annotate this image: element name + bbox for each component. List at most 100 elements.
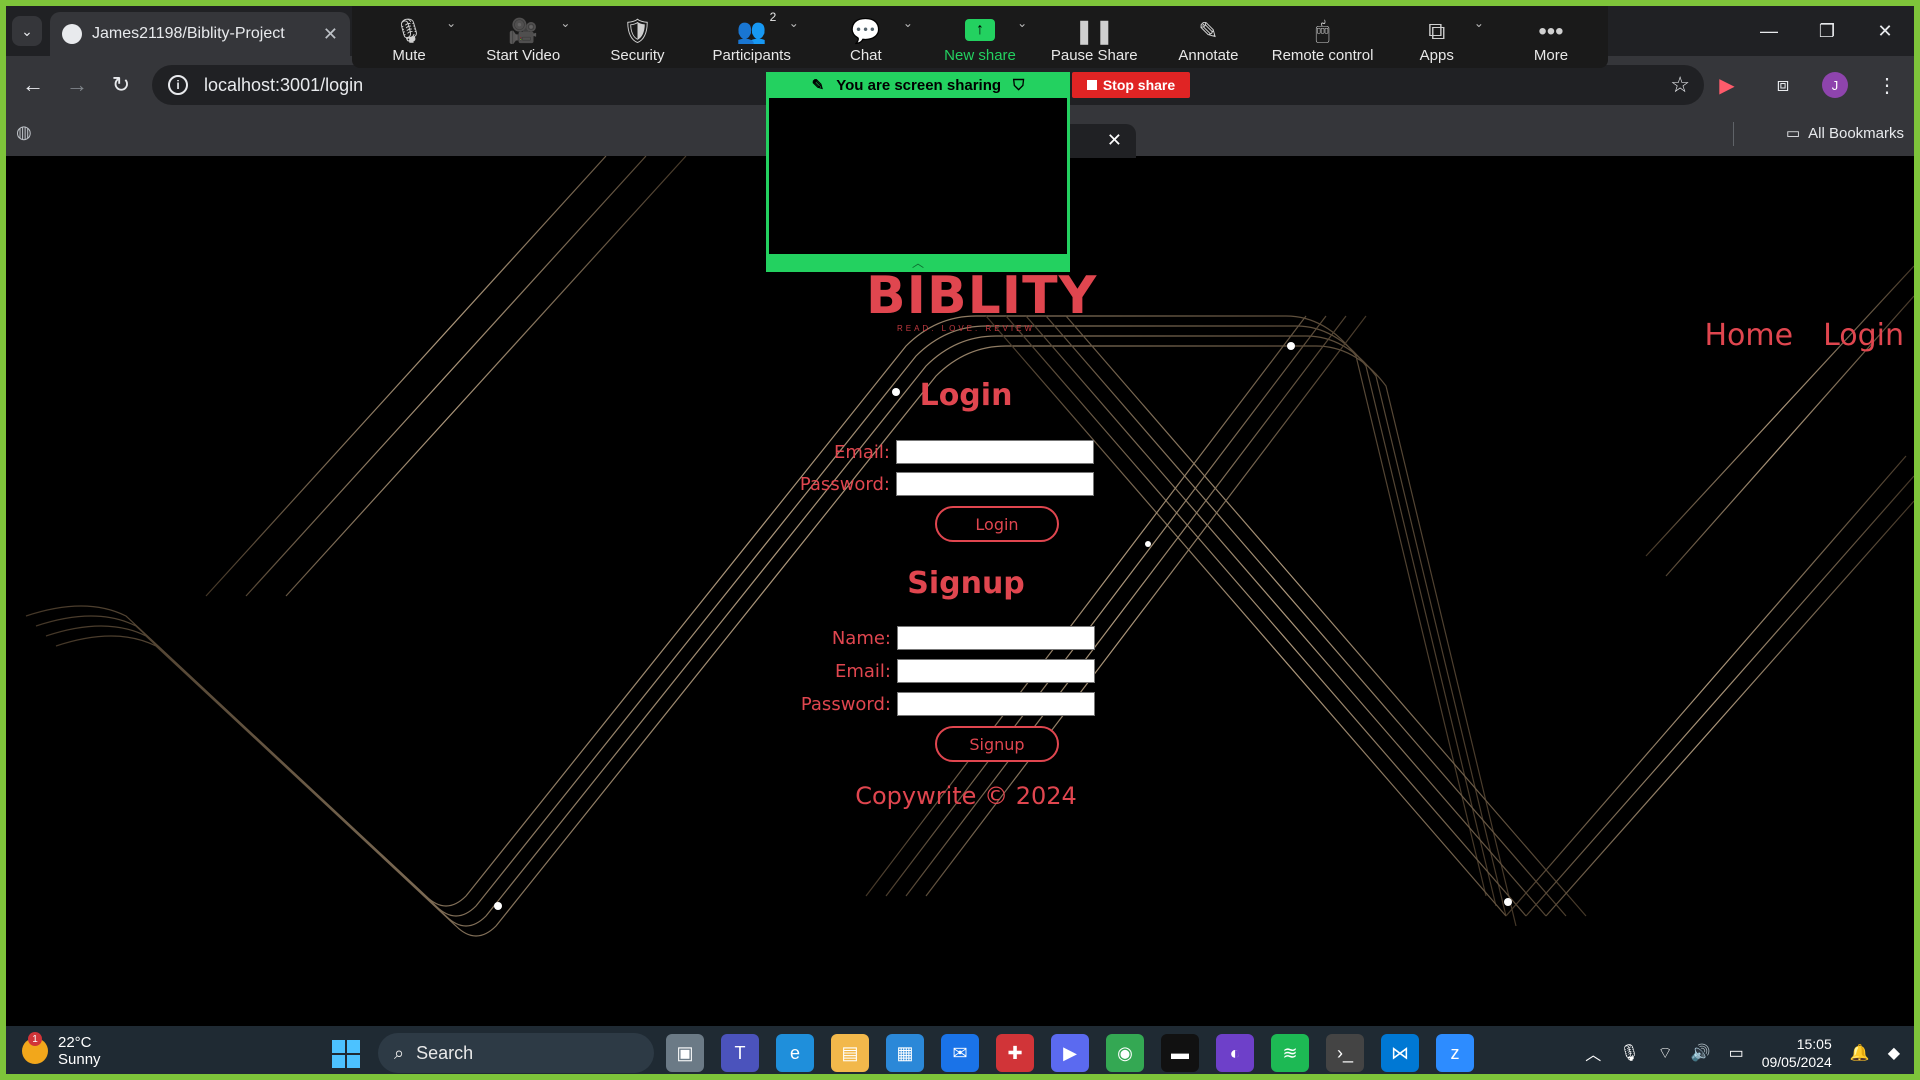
site-nav: Home Login [1704, 318, 1904, 353]
search-icon: ⌕ [394, 1042, 405, 1063]
terminal-icon[interactable]: ▬ [1161, 1034, 1199, 1072]
edge-icon[interactable]: e [776, 1034, 814, 1072]
signup-password-input[interactable] [897, 692, 1095, 716]
zoom-start-video-label: Start Video [486, 47, 561, 64]
share-banner: ✎ You are screen sharing ⛉ [766, 72, 1070, 98]
zoom-pause-share-label: Pause Share [1050, 47, 1138, 64]
temperature: 22°C [58, 1034, 92, 1051]
signup-password-label: Password: [800, 693, 891, 715]
vscode-icon[interactable]: ⋈ [1381, 1034, 1419, 1072]
clock[interactable]: 15:05 09/05/2024 [1762, 1035, 1832, 1071]
reload-button[interactable]: ↻ [106, 70, 136, 100]
clock-date: 09/05/2024 [1761, 1054, 1832, 1070]
extension-zoom-icon[interactable]: ▶ [1710, 68, 1744, 102]
nav-home-link[interactable]: Home [1704, 318, 1793, 353]
chevron-up-icon[interactable]: ︿ [1585, 1041, 1601, 1065]
chevron-down-icon[interactable]: ⌄ [1474, 16, 1484, 30]
tab-active[interactable]: James21198/Biblity-Project ✕ [50, 12, 350, 56]
github-desktop-icon[interactable]: ◐ [1216, 1034, 1254, 1072]
store-icon[interactable]: ▦ [886, 1034, 924, 1072]
nav-login-link[interactable]: Login [1823, 318, 1904, 353]
chrome-icon[interactable]: ◉ [1106, 1034, 1144, 1072]
zoom-pause-share-button[interactable]: ❚❚ Pause Share [1037, 6, 1151, 68]
participants-icon: 👥 [736, 18, 767, 45]
chevron-down-icon[interactable]: ⌄ [1017, 16, 1027, 30]
tab-search-button[interactable]: ⌄ [12, 16, 42, 46]
chevron-down-icon[interactable]: ⌄ [789, 16, 799, 30]
collapse-chevron-icon[interactable]: ︿ [766, 254, 1070, 272]
signup-name-row: Name: [781, 626, 1095, 650]
logo-text: BIBLITY [866, 266, 1098, 326]
zoom-annotate-label: Annotate [1178, 47, 1239, 64]
profile-avatar[interactable]: J [1822, 72, 1848, 98]
zoom-apps-label: Apps [1419, 47, 1454, 64]
zoom-apps-button[interactable]: ⧉ Apps ⌄ [1380, 6, 1494, 68]
minimize-button[interactable]: — [1740, 6, 1798, 56]
site-logo[interactable]: BIBLITY READ. LOVE. REVIEW [866, 266, 1098, 333]
chrome-menu-icon[interactable]: ⋮ [1870, 68, 1904, 102]
all-bookmarks-button[interactable]: ▭ All Bookmarks [1786, 124, 1904, 143]
teams-icon[interactable]: T [721, 1034, 759, 1072]
shield-check-icon: ⛉ [1013, 76, 1025, 94]
zoom-more-button[interactable]: ••• More [1494, 6, 1608, 68]
screen-frame: ⌄ James21198/Biblity-Project ✕ — ❐ ✕ ← →… [0, 0, 1920, 1080]
bookmark-star-icon[interactable]: ☆ [1670, 72, 1690, 98]
popup-close-icon[interactable]: ✕ [1107, 130, 1122, 151]
globe-icon[interactable]: ◍ [16, 122, 40, 146]
tab-close-icon[interactable]: ✕ [323, 24, 338, 45]
close-window-button[interactable]: ✕ [1856, 6, 1914, 56]
zoom-security-button[interactable]: 🛡 Security [580, 6, 694, 68]
zoom-new-share-button[interactable]: ↑ New share ⌄ [923, 6, 1037, 68]
zoom-chat-button[interactable]: 💬 Chat ⌄ [809, 6, 923, 68]
taskbar-search[interactable]: ⌕ Search [378, 1033, 654, 1073]
start-button[interactable] [332, 1040, 360, 1068]
chevron-down-icon[interactable]: ⌄ [560, 16, 570, 30]
file-explorer-icon[interactable]: ▤ [831, 1034, 869, 1072]
zoom-participants-button[interactable]: 👥 Participants 2 ⌄ [695, 6, 809, 68]
stop-share-button[interactable]: Stop share [1072, 72, 1190, 98]
weather-widget[interactable]: 1 22°C Sunny [22, 1032, 101, 1068]
zoom-remote-control-button[interactable]: 🖱 Remote control [1266, 6, 1380, 68]
login-password-input[interactable] [896, 472, 1094, 496]
restore-button[interactable]: ❐ [1798, 6, 1856, 56]
zoom-mute-button[interactable]: 🎙 Mute ⌄ [352, 6, 466, 68]
command-prompt-icon[interactable]: ›_ [1326, 1034, 1364, 1072]
gift-app-icon[interactable]: ✚ [996, 1034, 1034, 1072]
zoom-security-label: Security [610, 47, 665, 64]
footer-copyright: Copywrite © 2024 [855, 782, 1077, 810]
wifi-icon[interactable]: ⌔ [1658, 1043, 1673, 1063]
task-view-icon[interactable]: ▣ [666, 1034, 704, 1072]
copilot-icon[interactable]: ◆ [1888, 1043, 1900, 1063]
pin-icon[interactable]: ✎ [812, 76, 825, 94]
microphone-icon[interactable]: 🎙 [1619, 1043, 1639, 1063]
zoom-start-video-button[interactable]: 🎥 Start Video ⌄ [466, 6, 580, 68]
system-tray: ︿ 🎙 ⌔ 🔊 ▭ 15:05 09/05/2024 🔔 ◆ [1585, 1026, 1900, 1074]
signup-email-row: Email: [781, 659, 1095, 683]
mail-icon[interactable]: ✉ [941, 1034, 979, 1072]
extensions-puzzle-icon[interactable]: ⧈ [1766, 68, 1800, 102]
volume-icon[interactable]: 🔊 [1691, 1043, 1711, 1063]
participant-count: 2 [769, 10, 777, 24]
site-info-icon[interactable]: i [168, 75, 188, 95]
clipchamp-icon[interactable]: ▶ [1051, 1034, 1089, 1072]
chevron-down-icon[interactable]: ⌄ [903, 16, 913, 30]
notification-bell-icon[interactable]: 🔔 [1850, 1043, 1870, 1063]
signup-name-input[interactable] [897, 626, 1095, 650]
chevron-down-icon[interactable]: ⌄ [446, 16, 456, 30]
remote-control-icon: 🖱 [1315, 18, 1330, 45]
back-button[interactable]: ← [18, 70, 48, 100]
battery-icon[interactable]: ▭ [1729, 1043, 1744, 1063]
signup-email-input[interactable] [897, 659, 1095, 683]
zoom-annotate-button[interactable]: ✎ Annotate [1151, 6, 1265, 68]
forward-button[interactable]: → [62, 70, 92, 100]
login-button[interactable]: Login [935, 506, 1059, 542]
zoom-app-icon[interactable]: z [1436, 1034, 1474, 1072]
login-email-input[interactable] [896, 440, 1094, 464]
annotate-icon: ✎ [1198, 18, 1219, 45]
weather-badge: 1 [28, 1032, 42, 1046]
github-icon [62, 24, 82, 44]
signup-name-label: Name: [831, 627, 891, 649]
signup-button[interactable]: Signup [935, 726, 1059, 762]
spotify-icon[interactable]: ≋ [1271, 1034, 1309, 1072]
stop-icon [1086, 80, 1097, 90]
